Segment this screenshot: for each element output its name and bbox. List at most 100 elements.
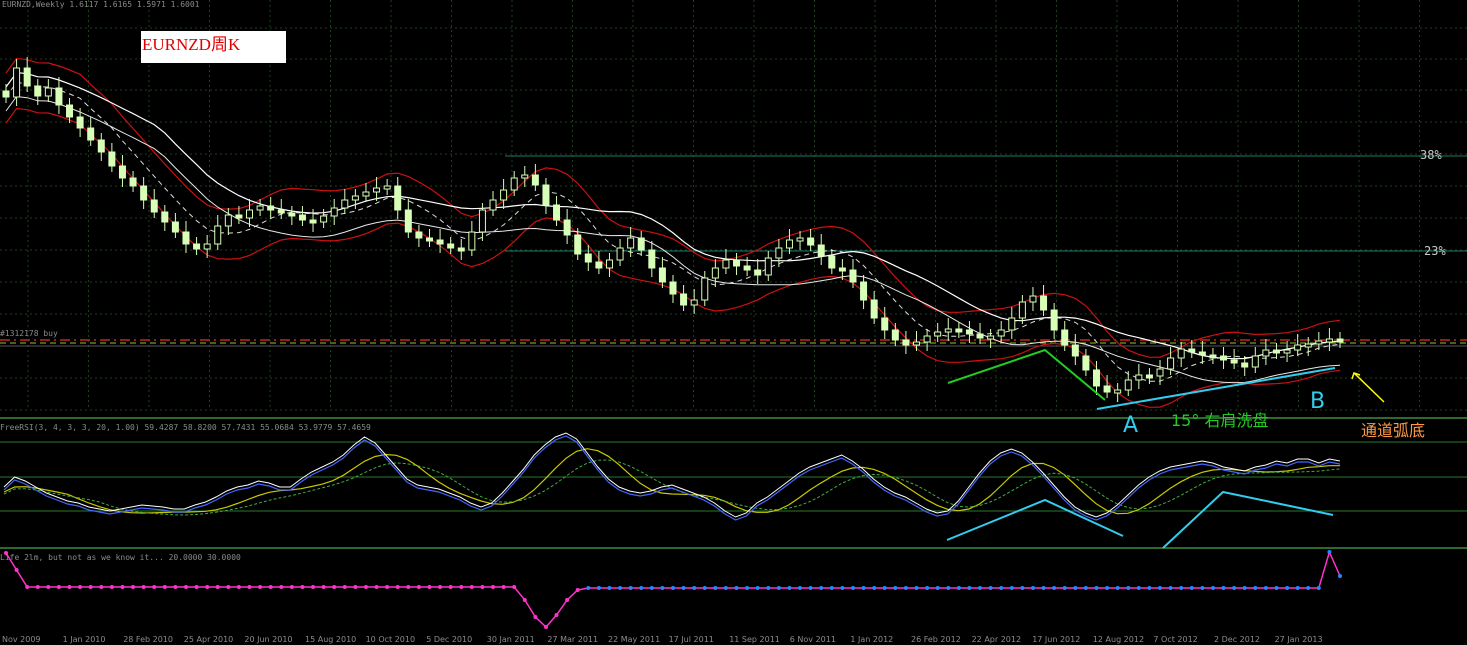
- x-tick-label: 17 Jun 2012: [1032, 635, 1080, 644]
- candle-body: [2, 90, 10, 98]
- candle-body: [13, 67, 21, 98]
- candle-body: [447, 243, 455, 249]
- step-marker: [872, 586, 877, 590]
- step-marker: [385, 585, 390, 589]
- fib-38-label: 38%: [1420, 148, 1442, 162]
- step-marker: [395, 585, 400, 589]
- step-marker: [660, 586, 665, 590]
- step-marker: [459, 585, 464, 589]
- candle-body: [690, 299, 698, 306]
- candle-body: [1230, 359, 1238, 364]
- step-marker: [258, 585, 263, 589]
- step-marker: [438, 585, 443, 589]
- moving-averages: [5, 71, 1341, 384]
- candle-body: [1304, 343, 1312, 348]
- candle-body: [902, 339, 910, 346]
- shoulder-trendline: [947, 348, 1106, 401]
- step-marker: [268, 585, 273, 589]
- step-marker: [88, 585, 93, 589]
- step-marker: [1052, 586, 1057, 590]
- candle-body: [66, 104, 74, 118]
- shoulder-annotation: 15° 右肩洗盘: [1171, 411, 1269, 430]
- step-marker: [120, 585, 125, 589]
- candle-body: [267, 205, 275, 211]
- step-marker: [14, 568, 19, 572]
- candle-body: [118, 165, 126, 179]
- eurnzd-weekly-chart: EURNZD,Weekly 1.6117 1.6165 1.5971 1.600…: [0, 0, 1467, 644]
- candle-body: [722, 259, 730, 269]
- candle-body: [394, 185, 402, 211]
- candle-body: [1177, 348, 1185, 359]
- candle-body: [404, 209, 412, 233]
- x-tick-label: 15 Aug 2010: [305, 635, 356, 644]
- step-marker: [1031, 586, 1035, 590]
- middle-band: [5, 81, 1341, 382]
- candle-body: [521, 174, 529, 179]
- step-marker: [1126, 586, 1131, 590]
- x-tick-label: 20 Jun 2010: [244, 635, 292, 644]
- step-marker: [1274, 586, 1279, 590]
- step-marker: [1105, 586, 1110, 590]
- x-tick-label: 22 Apr 2012: [972, 635, 1021, 644]
- candle-body: [330, 207, 338, 217]
- candle-body: [425, 237, 433, 242]
- step-marker: [56, 585, 61, 589]
- candle-body: [1145, 374, 1153, 379]
- step-marker: [226, 585, 231, 589]
- x-tick-label: 17 Jul 2011: [669, 635, 714, 644]
- step-marker: [416, 585, 421, 589]
- candle-body: [457, 247, 465, 252]
- rising-support-line: [1096, 367, 1336, 410]
- step-marker: [607, 586, 612, 590]
- candle-body: [1272, 349, 1280, 354]
- candle-body: [870, 299, 878, 319]
- x-tick-label: 1 Jan 2010: [63, 635, 106, 644]
- step-marker: [247, 585, 252, 589]
- candle-body: [923, 335, 931, 343]
- step-marker: [480, 585, 485, 589]
- step-marker: [1136, 586, 1141, 590]
- candle-body: [1061, 329, 1069, 346]
- step-marker: [776, 586, 781, 590]
- candle-body: [277, 209, 285, 214]
- step-marker: [671, 586, 675, 590]
- step-marker: [628, 586, 633, 590]
- step-marker: [289, 585, 294, 589]
- candle-body: [934, 331, 942, 337]
- candle-body: [828, 255, 836, 269]
- step-marker: [882, 586, 887, 590]
- step-marker: [78, 585, 83, 589]
- candle-body: [320, 215, 328, 223]
- step-marker: [522, 598, 527, 602]
- step-marker: [332, 585, 337, 589]
- x-tick-label: 2 Dec 2012: [1214, 635, 1260, 644]
- step-marker: [1020, 586, 1025, 590]
- arc-bottom-arrow: [1353, 372, 1385, 403]
- candle-body: [171, 221, 179, 233]
- candle-body: [214, 225, 222, 245]
- candle-body: [55, 87, 63, 106]
- osc-divergence-right: [1162, 490, 1334, 549]
- step-marker: [713, 586, 718, 590]
- candle-body: [1114, 389, 1122, 394]
- candle-body: [478, 209, 486, 233]
- candle-body: [87, 127, 95, 141]
- candle-body: [1092, 369, 1100, 387]
- step-marker: [956, 586, 961, 590]
- candle-body: [224, 214, 232, 227]
- step-marker: [141, 585, 146, 589]
- step-marker: [967, 586, 972, 590]
- x-tick-label: 22 May 2011: [608, 635, 660, 644]
- step-marker: [353, 585, 358, 589]
- x-tick-label: 7 Oct 2012: [1153, 635, 1197, 644]
- step-marker: [321, 585, 326, 589]
- candle-body: [1336, 338, 1344, 343]
- candle-body: [1262, 349, 1270, 357]
- step-marker: [533, 615, 538, 619]
- step-marker: [1338, 574, 1342, 578]
- candle-body: [733, 259, 741, 267]
- slow-ma: [5, 71, 1341, 360]
- candle-body: [193, 243, 201, 250]
- x-tick-label: 30 Jan 2011: [487, 635, 535, 644]
- candle-body: [44, 87, 52, 97]
